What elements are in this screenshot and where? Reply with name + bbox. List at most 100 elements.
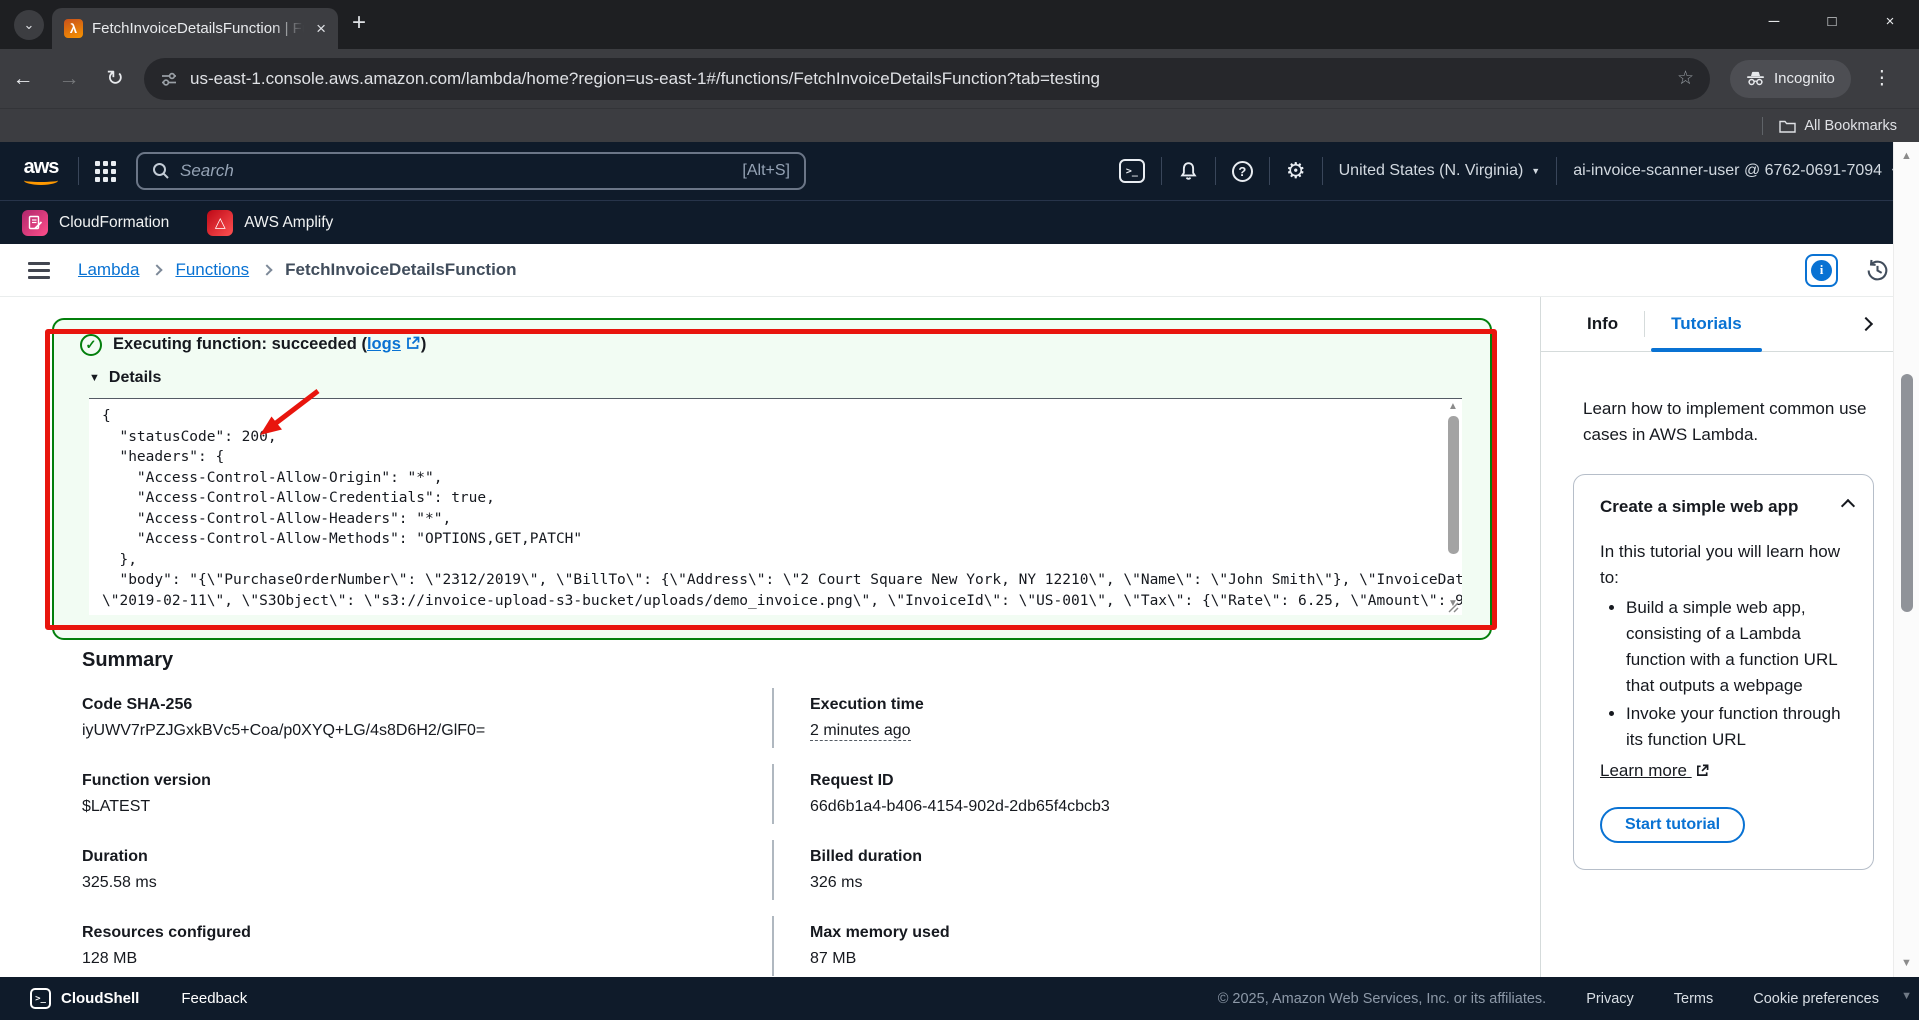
region-selector[interactable]: United States (N. Virginia) ▼	[1339, 162, 1541, 180]
divider	[1762, 117, 1763, 135]
chevron-right-icon[interactable]	[1859, 317, 1873, 331]
help-panel: Info Tutorials Learn how to implement co…	[1540, 297, 1919, 977]
summary-field-code-sha: Code SHA-256 iyUWV7rPZJGxkBVc5+Coa/p0XYQ…	[82, 688, 772, 748]
aws-logo[interactable]: aws	[20, 158, 62, 185]
terms-link[interactable]: Terms	[1674, 991, 1713, 1007]
tutorial-bullet: Invoke your function through its functio…	[1626, 701, 1853, 753]
execution-result-flash: ✓ Executing function: succeeded (logs) ▼…	[52, 318, 1492, 640]
details-label: Details	[109, 369, 161, 387]
breadcrumb-functions[interactable]: Functions	[175, 260, 249, 280]
textarea-scrollbar[interactable]: ▲ ▼	[1445, 401, 1461, 601]
scroll-up-icon[interactable]: ▲	[1445, 401, 1461, 412]
services-grid-icon[interactable]	[95, 161, 116, 182]
console-search-input[interactable]: Search [Alt+S]	[136, 152, 806, 190]
back-icon[interactable]: ←	[0, 67, 46, 91]
summary-field-execution-time: Execution time 2 minutes ago	[772, 688, 1502, 748]
window-controls: ─ □ ×	[1745, 0, 1919, 42]
page-scrollbar[interactable]: ▲ ▼	[1893, 142, 1919, 977]
help-panel-tabs: Info Tutorials	[1541, 297, 1919, 352]
lambda-favicon: λ	[64, 19, 83, 38]
browser-menu-icon[interactable]: ⋮	[1867, 67, 1897, 90]
favorite-label: AWS Amplify	[244, 214, 333, 232]
cookie-preferences-link[interactable]: Cookie preferences	[1753, 991, 1879, 1007]
learn-more-link[interactable]: Learn more	[1600, 761, 1709, 781]
cloudformation-icon	[22, 210, 48, 236]
divider	[1269, 157, 1270, 185]
favorite-aws-amplify[interactable]: △ AWS Amplify	[207, 210, 333, 236]
tutorial-bullet: Build a simple web app, consisting of a …	[1626, 595, 1853, 699]
browser-tab[interactable]: λ FetchInvoiceDetailsFunction | Fu ×	[52, 8, 338, 49]
search-shortcut: [Alt+S]	[742, 162, 790, 180]
execution-result-json[interactable]: { "statusCode": 200, "headers": { "Acces…	[89, 399, 1462, 615]
info-icon: i	[1811, 260, 1832, 281]
favorite-cloudformation[interactable]: CloudFormation	[22, 210, 169, 236]
search-placeholder: Search	[180, 161, 732, 181]
execution-result-output: { "statusCode": 200, "headers": { "Acces…	[89, 399, 1462, 615]
privacy-link[interactable]: Privacy	[1586, 991, 1634, 1007]
execution-time-value[interactable]: 2 minutes ago	[810, 722, 911, 741]
tab-close-icon[interactable]: ×	[316, 19, 326, 39]
scroll-up-icon[interactable]: ▲	[1894, 150, 1919, 162]
new-tab-button[interactable]: +	[352, 9, 366, 37]
divider	[1161, 157, 1162, 185]
reload-icon[interactable]: ↻	[92, 66, 138, 91]
cloudshell-label[interactable]: CloudShell	[61, 990, 139, 1007]
divider	[1215, 157, 1216, 185]
hamburger-menu-icon[interactable]	[28, 262, 50, 279]
gear-icon[interactable]: ⚙	[1286, 160, 1306, 182]
caret-down-icon: ▼	[1531, 166, 1540, 176]
breadcrumb-separator-icon	[152, 264, 163, 275]
search-icon	[152, 162, 170, 180]
summary-field-resources-configured: Resources configured 128 MB	[82, 916, 772, 976]
browser-bookmarks-bar: All Bookmarks	[0, 108, 1919, 142]
external-link-icon	[1696, 764, 1709, 777]
tutorial-card: Create a simple web app In this tutorial…	[1573, 474, 1874, 870]
cloudshell-icon[interactable]: >_	[1119, 159, 1145, 183]
account-menu[interactable]: ai-invoice-scanner-user @ 6762-0691-7094…	[1573, 162, 1899, 180]
history-icon[interactable]	[1864, 257, 1891, 284]
url-text[interactable]: us-east-1.console.aws.amazon.com/lambda/…	[190, 69, 1665, 89]
scrollbar-thumb[interactable]	[1901, 374, 1913, 612]
scroll-down-icon[interactable]: ▼	[1894, 957, 1919, 969]
summary-field-function-version: Function version $LATEST	[82, 764, 772, 824]
summary-field-request-id: Request ID 66d6b1a4-b406-4154-902d-2db65…	[772, 764, 1502, 824]
start-tutorial-button[interactable]: Start tutorial	[1600, 807, 1745, 843]
tutorial-card-lead: In this tutorial you will learn how to:	[1600, 539, 1853, 591]
feedback-link[interactable]: Feedback	[181, 990, 247, 1007]
divider	[78, 157, 79, 185]
scrollbar-thumb[interactable]	[1448, 416, 1459, 554]
logs-link[interactable]: logs	[367, 335, 401, 353]
breadcrumb-lambda[interactable]: Lambda	[78, 260, 139, 280]
resize-handle[interactable]	[1447, 601, 1459, 613]
chevron-up-icon[interactable]	[1841, 499, 1855, 513]
maximize-icon[interactable]: □	[1803, 0, 1861, 42]
breadcrumb-separator-icon	[261, 264, 272, 275]
cloudshell-icon[interactable]: >_	[30, 988, 51, 1009]
summary-field-max-memory: Max memory used 87 MB	[772, 916, 1502, 976]
summary-field-billed-duration: Billed duration 326 ms	[772, 840, 1502, 900]
bookmark-star-icon[interactable]: ☆	[1677, 67, 1694, 90]
breadcrumb-current: FetchInvoiceDetailsFunction	[285, 260, 516, 280]
tab-title: FetchInvoiceDetailsFunction | Fu	[92, 20, 304, 37]
tab-search-button[interactable]: ⌄	[14, 10, 44, 40]
url-field[interactable]: us-east-1.console.aws.amazon.com/lambda/…	[144, 58, 1710, 100]
tab-tutorials[interactable]: Tutorials	[1667, 297, 1746, 351]
scroll-down-icon[interactable]: ▼	[1901, 990, 1912, 1002]
tutorial-card-title: Create a simple web app	[1600, 497, 1798, 517]
all-bookmarks-button[interactable]: All Bookmarks	[1779, 118, 1897, 134]
main-column: ✓ Executing function: succeeded (logs) ▼…	[0, 297, 1540, 977]
site-settings-icon[interactable]	[160, 70, 178, 88]
help-icon[interactable]: ?	[1232, 161, 1253, 182]
minimize-icon[interactable]: ─	[1745, 0, 1803, 42]
notifications-bell-icon[interactable]	[1178, 160, 1199, 182]
forward-icon[interactable]: →	[46, 67, 92, 91]
incognito-badge: Incognito	[1730, 60, 1851, 98]
all-bookmarks-label: All Bookmarks	[1804, 118, 1897, 134]
tutorial-card-header[interactable]: Create a simple web app	[1600, 497, 1853, 517]
external-link-icon	[406, 336, 420, 355]
tab-info[interactable]: Info	[1583, 297, 1622, 351]
amplify-icon: △	[207, 210, 233, 236]
details-toggle[interactable]: ▼ Details	[89, 369, 1464, 387]
info-panel-button[interactable]: i	[1805, 254, 1838, 287]
close-window-icon[interactable]: ×	[1861, 0, 1919, 42]
